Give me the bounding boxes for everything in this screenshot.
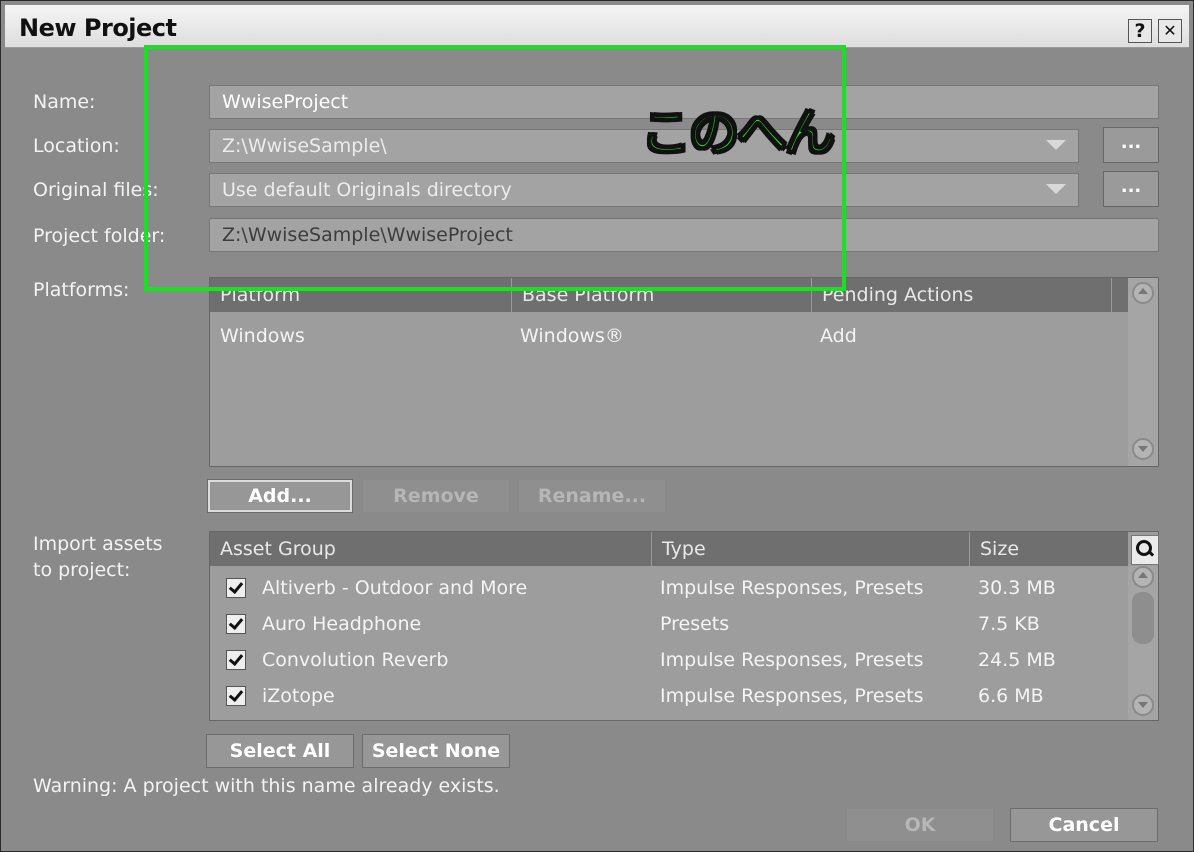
asset-type-cell: Presets <box>660 613 730 635</box>
asset-group-cell: Altiverb - Outdoor and More <box>262 577 528 599</box>
new-project-dialog: New Project ? ✕ Name: WwiseProject Locat… <box>0 0 1194 852</box>
originals-label: Original files: <box>33 179 159 201</box>
remove-platform-button[interactable]: Remove <box>362 479 510 513</box>
annotation-rectangle <box>144 45 846 291</box>
asset-group-cell: Convolution Reverb <box>262 649 449 671</box>
scroll-thumb[interactable] <box>1132 592 1154 644</box>
scroll-down-icon[interactable] <box>1132 438 1154 460</box>
asset-checkbox[interactable] <box>226 614 246 634</box>
column-header-size[interactable]: Size <box>970 532 1128 566</box>
assets-list[interactable]: Asset Group Type Size Altiverb - Outdoor… <box>209 531 1159 721</box>
column-header-type[interactable]: Type <box>652 532 970 566</box>
asset-row[interactable]: Convolution Reverb Impulse Responses, Pr… <box>210 642 1128 678</box>
scroll-up-icon[interactable] <box>1132 566 1154 588</box>
platforms-list[interactable]: Platform Base Platform Pending Actions W… <box>209 277 1159 467</box>
asset-row[interactable]: Altiverb - Outdoor and More Impulse Resp… <box>210 570 1128 606</box>
base-platform-cell: Windows® <box>520 325 624 347</box>
add-platform-button[interactable]: Add... <box>207 479 353 513</box>
asset-type-cell: Impulse Responses, Presets <box>660 649 924 671</box>
platform-row[interactable]: Windows Windows® Add <box>210 318 1128 354</box>
asset-size-cell: 24.5 MB <box>978 649 1056 671</box>
dialog-title: New Project <box>19 14 177 42</box>
close-button[interactable]: ✕ <box>1158 19 1182 43</box>
originals-browse-button[interactable]: ... <box>1103 171 1159 207</box>
cancel-button[interactable]: Cancel <box>1010 808 1158 842</box>
pending-actions-cell: Add <box>820 325 857 347</box>
column-header-asset-group[interactable]: Asset Group <box>210 532 652 566</box>
select-all-button[interactable]: Select All <box>206 734 354 768</box>
import-assets-label: Import assets to project: <box>33 533 163 581</box>
asset-group-cell: iZotope <box>262 685 335 707</box>
asset-row[interactable]: iZotope Impulse Responses, Presets 6.6 M… <box>210 678 1128 714</box>
warning-message: Warning: A project with this name alread… <box>33 775 500 797</box>
help-button[interactable]: ? <box>1128 19 1152 43</box>
title-bar: New Project ? ✕ <box>5 5 1189 48</box>
chevron-down-icon[interactable] <box>1046 140 1066 150</box>
asset-row[interactable]: Auro Headphone Presets 7.5 KB <box>210 606 1128 642</box>
rename-platform-button[interactable]: Rename... <box>518 479 666 513</box>
asset-type-cell: Impulse Responses, Presets <box>660 685 924 707</box>
chevron-down-icon[interactable] <box>1046 184 1066 194</box>
assets-scrollbar[interactable] <box>1128 566 1158 720</box>
platform-cell: Windows <box>220 325 305 347</box>
ok-button[interactable]: OK <box>846 808 994 842</box>
annotation-text: このへん <box>640 103 836 163</box>
scroll-up-icon[interactable] <box>1132 282 1154 304</box>
column-header-pending-actions[interactable]: Pending Actions <box>812 278 1112 312</box>
location-browse-button[interactable]: ... <box>1103 127 1159 163</box>
select-none-button[interactable]: Select None <box>362 734 510 768</box>
asset-size-cell: 6.6 MB <box>978 685 1044 707</box>
asset-group-cell: Auro Headphone <box>262 613 422 635</box>
assets-header: Asset Group Type Size <box>210 532 1128 566</box>
location-label: Location: <box>33 135 120 157</box>
name-label: Name: <box>33 91 96 113</box>
platforms-scrollbar[interactable] <box>1128 278 1158 466</box>
search-icon[interactable] <box>1131 535 1159 565</box>
asset-checkbox[interactable] <box>226 686 246 706</box>
asset-type-cell: Impulse Responses, Presets <box>660 577 924 599</box>
asset-checkbox[interactable] <box>226 578 246 598</box>
asset-size-cell: 30.3 MB <box>978 577 1056 599</box>
platforms-label: Platforms: <box>33 279 130 301</box>
asset-checkbox[interactable] <box>226 650 246 670</box>
scroll-down-icon[interactable] <box>1132 694 1154 716</box>
asset-size-cell: 7.5 KB <box>978 613 1040 635</box>
